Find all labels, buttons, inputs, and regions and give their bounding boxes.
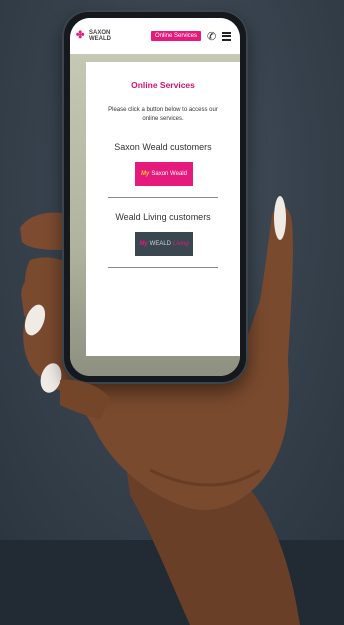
divider [108, 197, 218, 198]
site-logo-text[interactable]: SAXON WEALD [89, 30, 121, 42]
site-header: ✤ SAXON WEALD Online Services ✆ [70, 18, 240, 54]
weald-living-heading: Weald Living customers [115, 212, 211, 222]
weald-button-label: WEALD [149, 241, 171, 247]
divider [108, 267, 218, 268]
phone-icon[interactable]: ✆ [207, 30, 216, 43]
my-prefix: My [141, 171, 150, 177]
online-services-modal: Online Services Please click a button be… [86, 62, 240, 356]
saxon-weald-heading: Saxon Weald customers [114, 142, 212, 152]
my-saxon-weald-button[interactable]: My Saxon Weald [135, 162, 193, 186]
living-suffix: Living [173, 241, 189, 247]
modal-title: Online Services [131, 80, 195, 90]
online-services-button[interactable]: Online Services [151, 31, 202, 41]
saxon-weald-logo-icon[interactable]: ✤ [76, 30, 86, 42]
saxon-weald-button-label: Saxon Weald [151, 171, 187, 177]
modal-description: Please click a button below to access ou… [108, 107, 218, 122]
hamburger-menu-icon[interactable] [222, 30, 232, 42]
my-prefix: My [139, 241, 148, 247]
phone-screen: ✤ SAXON WEALD Online Services ✆ Online S… [70, 18, 240, 376]
phone-device: ✤ SAXON WEALD Online Services ✆ Online S… [62, 10, 248, 384]
my-weald-living-button[interactable]: My WEALD Living [135, 232, 193, 256]
